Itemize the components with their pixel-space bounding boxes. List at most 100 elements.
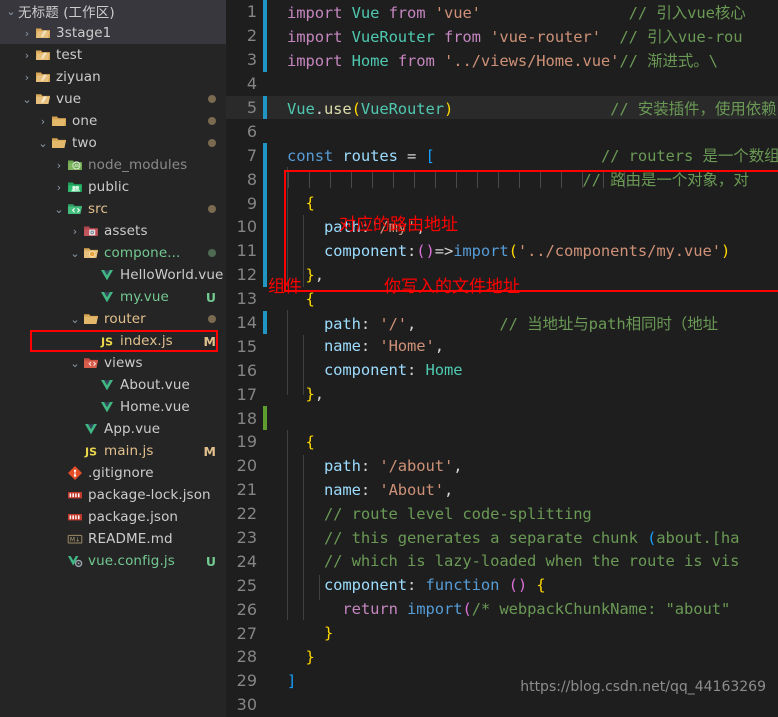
chevron-right-icon[interactable]: › (20, 50, 34, 61)
tree-folder-row[interactable]: ⌄ router (0, 308, 226, 330)
file-explorer-sidebar[interactable]: ⌄ 无标题 (工作区) › 3stage1 › test › ziyuan ⌄ vue › one ⌄ t… (0, 0, 226, 717)
tree-file-row[interactable]: · Home.vue (0, 396, 226, 418)
tree-folder-row[interactable]: › JS node_modules (0, 154, 226, 176)
tree-file-row[interactable]: · vue.config.js U (0, 550, 226, 572)
code-line[interactable]: 17 }, (226, 382, 778, 406)
vue-file-icon (98, 267, 116, 283)
code-line[interactable]: 28 } (226, 645, 778, 669)
line-number: 16 (236, 360, 257, 380)
git-status-dot (208, 117, 216, 125)
tree-item-label: package-lock.json (88, 487, 211, 503)
tree-file-row[interactable]: · package.json (0, 506, 226, 528)
chevron-right-icon[interactable]: › (20, 72, 34, 83)
code-line[interactable]: 12 }, (226, 262, 778, 287)
folder-assets-icon (82, 223, 100, 239)
gutter-change-marker (260, 238, 271, 263)
tree-file-row[interactable]: · package-lock.json (0, 484, 226, 506)
code-line[interactable]: 14 path: '/', // 当地址与path相同时（地址 (226, 310, 778, 335)
indent-guide (303, 455, 304, 620)
tree-file-row[interactable]: · App.vue (0, 418, 226, 440)
tree-folder-row[interactable]: › ziyuan (0, 66, 226, 88)
tree-folder-row[interactable]: › one (0, 110, 226, 132)
code-line[interactable]: 30 (226, 693, 778, 717)
line-number: 22 (236, 504, 257, 524)
code-editor[interactable]: 1 import Vue from 'vue' // 引入vue核心 2 import… (226, 0, 778, 717)
tree-file-row[interactable]: · .gitignore (0, 462, 226, 484)
code-line[interactable]: 22 // route level code-splitting (226, 502, 778, 526)
gutter-change-marker (260, 310, 271, 335)
line-number: 9 (246, 193, 257, 213)
code-line[interactable]: 19 { (226, 430, 778, 454)
vue-file-icon (82, 421, 100, 437)
code-line[interactable]: 20 path: '/about', (226, 454, 778, 478)
chevron-down-icon[interactable]: ⌄ (36, 138, 50, 149)
tree-file-row[interactable]: · my.vue U (0, 286, 226, 308)
tree-file-row[interactable]: · M↓ README.md (0, 528, 226, 550)
code-line[interactable]: 25 component: function () { (226, 573, 778, 597)
folder-tan-icon (34, 25, 52, 41)
code-line[interactable]: 9 { (226, 191, 778, 216)
folder-tan-icon (34, 47, 52, 63)
gutter-change-marker (260, 526, 271, 550)
git-status-modified-badge: M (203, 333, 216, 349)
tree-file-row[interactable]: ·JS index.js M (0, 330, 226, 352)
gutter-change-marker (260, 287, 271, 311)
tree-file-row[interactable]: ·JS main.js M (0, 440, 226, 462)
code-line[interactable]: 15 name: 'Home', (226, 334, 778, 358)
code-text: const routes = [ // routers 是一个数组 (287, 147, 778, 166)
tree-file-row[interactable]: · About.vue (0, 374, 226, 396)
tree-item-label: views (104, 355, 143, 371)
code-line[interactable]: 8 // 路由是一个对象，对 (226, 167, 778, 192)
chevron-down-icon[interactable]: ⌄ (4, 6, 18, 17)
tree-folder-row[interactable]: ⌄ two (0, 132, 226, 154)
code-line[interactable]: 2 import VueRouter from 'vue-router' // 引… (226, 23, 778, 48)
tree-folder-row[interactable]: › 3stage1 (0, 22, 226, 44)
code-line[interactable]: 10 path:'/my', (226, 215, 778, 239)
tree-folder-row[interactable]: ⌄ compone... (0, 242, 226, 264)
chevron-right-icon[interactable]: › (52, 160, 66, 171)
code-line[interactable]: 1 import Vue from 'vue' // 引入vue核心 (226, 0, 778, 24)
tree-item-label: main.js (104, 443, 154, 459)
code-line[interactable]: 18 (226, 406, 778, 431)
folder-public-icon (66, 179, 84, 195)
chevron-down-icon[interactable]: ⌄ (68, 248, 82, 259)
tree-folder-row[interactable]: › public (0, 176, 226, 198)
tree-folder-row[interactable]: ⌄ vue (0, 88, 226, 110)
chevron-right-icon[interactable]: › (52, 182, 66, 193)
file-tree[interactable]: ⌄ 无标题 (工作区) › 3stage1 › test › ziyuan ⌄ vue › one ⌄ t… (0, 0, 226, 572)
chevron-down-icon[interactable]: ⌄ (68, 358, 82, 369)
code-line[interactable]: 4 (226, 72, 778, 96)
code-lines[interactable]: 1 import Vue from 'vue' // 引入vue核心 2 import… (226, 0, 778, 717)
tree-folder-row[interactable]: › test (0, 44, 226, 66)
tree-file-row[interactable]: · HelloWorld.vue (0, 264, 226, 286)
code-line[interactable]: 11 component:()=>import('../components/m… (226, 238, 778, 263)
chevron-down-icon[interactable]: ⌄ (68, 314, 82, 325)
tree-folder-row[interactable]: ⌄ src (0, 198, 226, 220)
code-line[interactable]: 3 import Home from '../views/Home.vue'// … (226, 47, 778, 72)
tree-item-label: one (72, 113, 98, 129)
workspace-root-row[interactable]: ⌄ 无标题 (工作区) (0, 0, 226, 22)
tree-item-label: App.vue (104, 421, 161, 437)
code-line[interactable]: 21 name: 'About', (226, 478, 778, 502)
tree-item-label: vue (56, 91, 82, 107)
chevron-down-icon[interactable]: ⌄ (52, 204, 66, 215)
code-line[interactable]: 24 // which is lazy-loaded when the rout… (226, 549, 778, 573)
chevron-right-icon[interactable]: › (36, 116, 50, 127)
code-line[interactable]: 26 return import(/* webpackChunkName: "a… (226, 597, 778, 621)
tree-folder-row[interactable]: › assets (0, 220, 226, 242)
code-text: } (305, 647, 315, 666)
code-line[interactable]: 23 // this generates a separate chunk (a… (226, 526, 778, 550)
code-line[interactable]: 13 { (226, 287, 778, 311)
code-line[interactable]: 5 Vue.use(VueRouter) // 安装插件，使用依赖 (226, 95, 778, 120)
code-line[interactable]: 16 component: Home (226, 358, 778, 382)
code-line[interactable]: 27 } (226, 621, 778, 645)
chevron-right-icon[interactable]: › (20, 28, 34, 39)
tree-item-label: .gitignore (88, 465, 154, 481)
tree-item-label: README.md (88, 531, 173, 547)
tree-folder-row[interactable]: ⌄ views (0, 352, 226, 374)
folder-plain-icon (50, 113, 68, 129)
chevron-right-icon[interactable]: › (68, 226, 82, 237)
chevron-down-icon[interactable]: ⌄ (20, 94, 34, 105)
code-line[interactable]: 6 (226, 119, 778, 143)
code-line[interactable]: 7 const routes = [ // routers 是一个数组 (226, 143, 778, 168)
